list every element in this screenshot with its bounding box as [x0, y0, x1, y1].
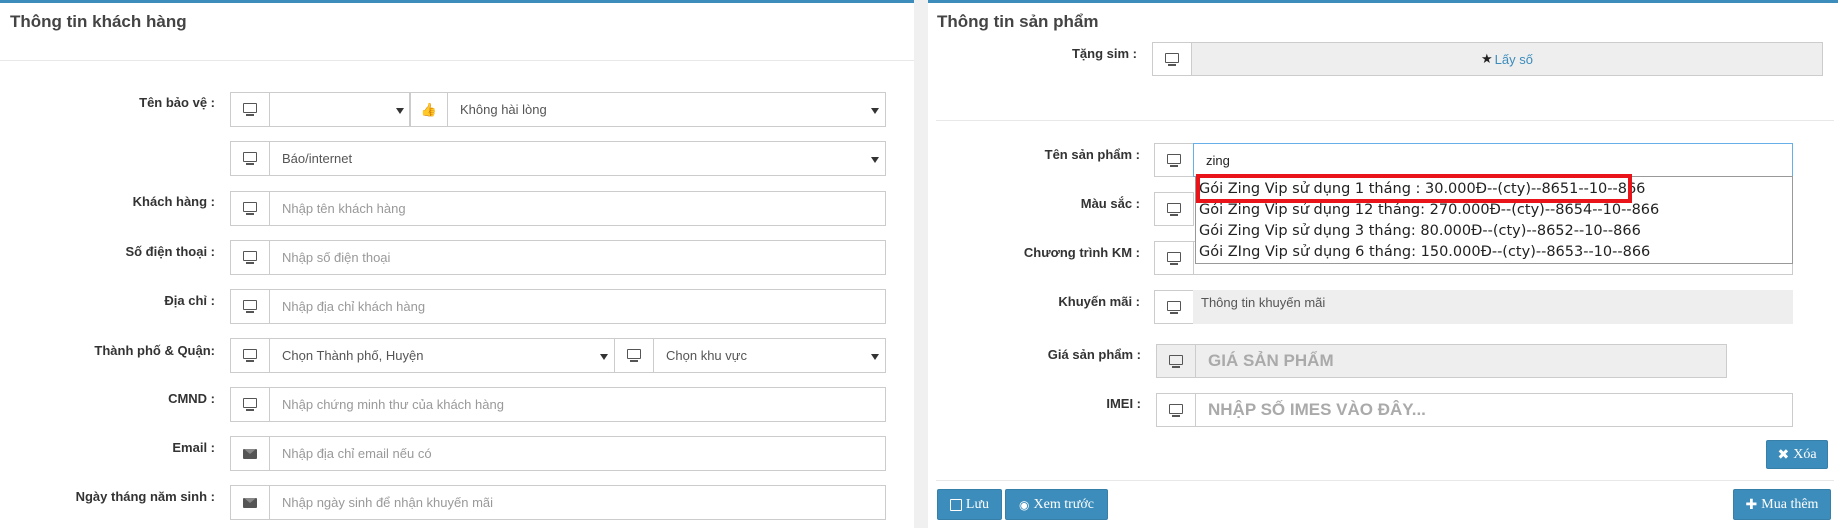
desktop-icon	[230, 141, 270, 176]
customer-panel-title: Thông tin khách hàng	[10, 12, 187, 31]
customer-info-panel: Thông tin khách hàng Tên bảo vệ : 👍 Khôn…	[0, 0, 914, 528]
thumbs-up-icon: 👍	[410, 92, 448, 127]
price-label: Giá sản phẩm :	[1047, 347, 1141, 362]
address-label: Địa chỉ :	[164, 293, 215, 308]
get-number-button[interactable]: ★ Lấy số	[1191, 42, 1823, 76]
buy-more-label: Mua thêm	[1761, 496, 1819, 512]
desktop-icon	[1152, 42, 1192, 76]
imei-label: IMEI :	[1106, 396, 1141, 411]
guard-name-label: Tên bảo vệ :	[139, 95, 215, 110]
desktop-icon	[230, 240, 270, 275]
birthday-input[interactable]: Nhập ngày sinh để nhận khuyến mãi	[269, 485, 886, 520]
product-name-label: Tên sản phẩm :	[1044, 147, 1140, 162]
envelope-icon	[230, 436, 270, 471]
desktop-icon	[1156, 344, 1196, 378]
birthday-label: Ngày tháng năm sinh :	[75, 489, 215, 504]
district-select[interactable]: Chọn khu vực	[653, 338, 886, 373]
promo-program-label: Chương trình KM :	[1023, 245, 1140, 260]
address-input[interactable]: Nhập địa chỉ khách hàng	[269, 289, 886, 324]
customer-name-label: Khách hàng :	[132, 194, 215, 209]
desktop-icon	[1156, 393, 1196, 427]
delete-label: Xóa	[1793, 446, 1817, 462]
desktop-icon	[230, 191, 270, 226]
times-icon: ✖	[1777, 446, 1790, 463]
chevron-down-icon	[600, 354, 608, 360]
suggestion-item[interactable]: Gói Zing Vip sử dụng 3 tháng: 80.000Đ--(…	[1199, 223, 1641, 239]
preview-label: Xem trước	[1033, 496, 1094, 512]
imei-input[interactable]: NHẬP SỐ IMES VÀO ĐÂY...	[1195, 393, 1793, 427]
satisfaction-select[interactable]: Không hài lòng	[447, 92, 886, 127]
desktop-icon	[1154, 241, 1194, 275]
city-select[interactable]: Chọn Thành phố, Huyện	[269, 338, 615, 373]
sim-gift-label: Tặng sim :	[1071, 46, 1137, 61]
email-label: Email :	[172, 440, 215, 455]
product-panel-title: Thông tin sản phẩm	[937, 12, 1099, 31]
know-hnam-select[interactable]: Báo/internet	[269, 141, 886, 176]
chevron-down-icon	[871, 108, 879, 114]
desktop-icon	[1154, 290, 1194, 324]
id-card-input[interactable]: Nhập chứng minh thư của khách hàng	[269, 387, 886, 422]
desktop-icon	[1154, 192, 1194, 226]
color-label: Màu sắc :	[1080, 196, 1140, 211]
selection-highlight	[1196, 174, 1632, 203]
envelope-icon	[230, 485, 270, 520]
city-district-label: Thành phố & Quận:	[94, 343, 215, 358]
chevron-down-icon	[871, 354, 879, 360]
panel-divider	[936, 120, 1834, 121]
buy-more-button[interactable]: ✚ Mua thêm	[1733, 489, 1831, 520]
panel-divider	[0, 60, 914, 61]
desktop-icon	[230, 387, 270, 422]
save-button[interactable]: Lưu	[937, 489, 1002, 520]
desktop-icon	[230, 92, 270, 127]
save-label: Lưu	[965, 496, 990, 512]
price-input[interactable]: GIÁ SẢN PHẨM	[1195, 344, 1727, 378]
promotion-info: Thông tin khuyến mãi	[1193, 290, 1793, 324]
delete-button[interactable]: ✖ Xóa	[1766, 440, 1828, 469]
plus-icon: ✚	[1745, 496, 1758, 513]
panel-divider	[936, 480, 1834, 481]
promotion-label: Khuyến mãi :	[1058, 294, 1140, 309]
floppy-icon	[949, 498, 962, 511]
suggestion-item[interactable]: Gói ZIng Vip sử dụng 6 tháng: 150.000Đ--…	[1199, 244, 1650, 260]
suggestion-item[interactable]: Gói Zing Vip sử dụng 12 tháng: 270.000Đ-…	[1199, 202, 1659, 218]
product-info-panel: Thông tin sản phẩm Tặng sim : ★ Lấy số T…	[928, 0, 1838, 528]
desktop-icon	[1154, 143, 1194, 177]
guard-name-select[interactable]	[269, 92, 410, 127]
star-icon: ★	[1481, 51, 1493, 66]
email-input[interactable]: Nhập địa chỉ email nếu có	[269, 436, 886, 471]
preview-button[interactable]: ◉ Xem trước	[1005, 489, 1108, 520]
phone-input[interactable]: Nhập số điện thoại	[269, 240, 886, 275]
chevron-down-icon	[396, 108, 404, 114]
chevron-down-icon	[871, 157, 879, 163]
desktop-icon	[614, 338, 654, 373]
id-card-label: CMND :	[168, 391, 215, 406]
desktop-icon	[230, 289, 270, 324]
phone-label: Số điện thoại :	[125, 244, 215, 259]
customer-name-input[interactable]: Nhập tên khách hàng	[269, 191, 886, 226]
desktop-icon	[230, 338, 270, 373]
eye-icon: ◉	[1019, 497, 1030, 512]
product-name-input[interactable]: zing	[1193, 143, 1793, 177]
get-number-label: Lấy số	[1494, 51, 1533, 67]
